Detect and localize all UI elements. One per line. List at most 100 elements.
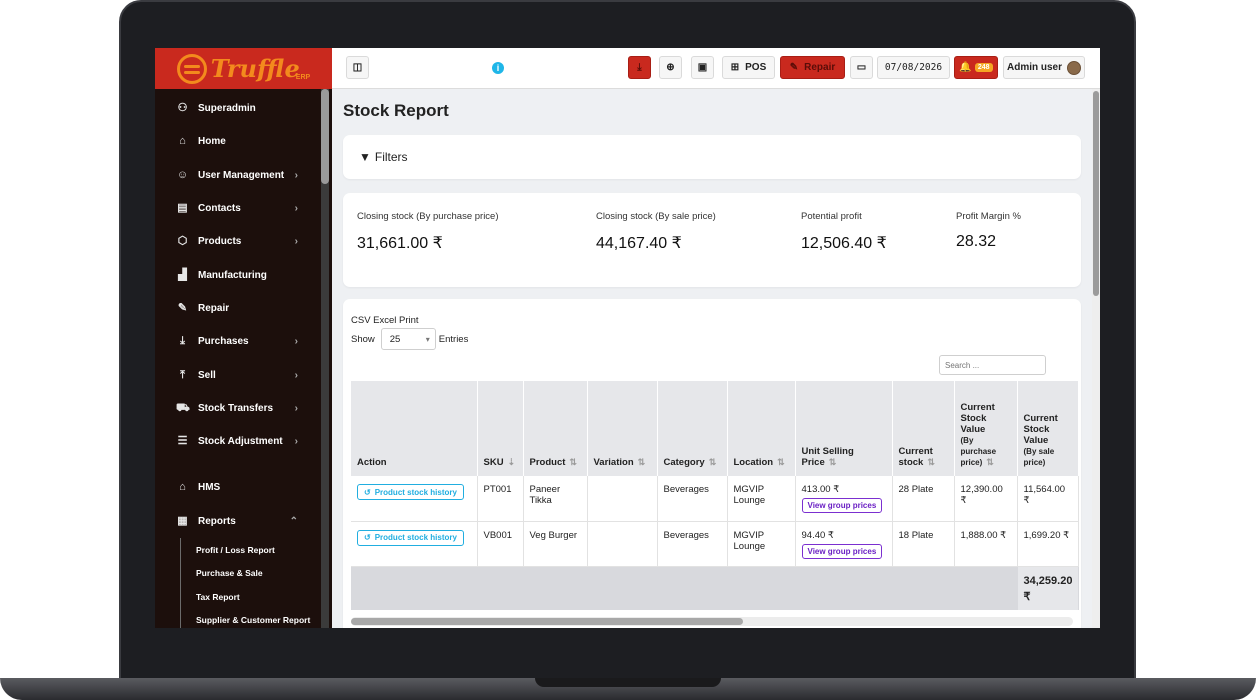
stock-cell: 18 Plate [892, 521, 955, 567]
sort-icon: ⇅ [569, 457, 577, 467]
stat-label: Closing stock (By purchase price) [357, 211, 499, 222]
stock-table: Action SKU ⇣ Product ⇅ Variation ⇅ Category… [351, 381, 1080, 610]
sidebar-item-label: Repair [198, 302, 230, 314]
database-icon: ☰ [177, 435, 188, 448]
stat-label: Closing stock (By sale price) [596, 211, 716, 222]
export-buttons[interactable]: CSV Excel Print [351, 315, 419, 326]
grid-icon: ⊞ [730, 62, 740, 73]
variation-cell [587, 476, 658, 522]
sidebar-item-contacts[interactable]: ▤ Contacts › [155, 192, 320, 225]
column-header-location[interactable]: Location ⇅ [727, 381, 796, 476]
pos-label: POS [745, 62, 767, 73]
column-header-value-sale[interactable]: Current Stock Value (By sale price) [1017, 381, 1080, 476]
users-icon: ☺ [176, 168, 189, 181]
product-stock-history-button[interactable]: ↺ Product stock history [357, 484, 464, 500]
download-button[interactable]: ⤓ [628, 56, 651, 79]
column-header-product[interactable]: Product ⇅ [523, 381, 588, 476]
column-header-category[interactable]: Category ⇅ [657, 381, 728, 476]
chevron-right-icon: › [294, 169, 298, 181]
filter-icon: ▼ [359, 150, 371, 164]
plus-circle-icon: ⊕ [666, 62, 675, 73]
bell-icon: 🔔 [959, 62, 972, 73]
user-menu-button[interactable]: Admin user [1003, 56, 1085, 79]
download-icon: ⤓ [180, 335, 185, 348]
entries-label: Entries [438, 333, 469, 345]
sidebar-item-sell[interactable]: ⤒ Sell › [155, 358, 320, 391]
sidebar-toggle-button[interactable]: ◫ [346, 56, 369, 79]
sort-icon: ⇅ [927, 457, 935, 467]
sort-icon: ⇅ [708, 457, 717, 467]
app-screen: Truffle ERP ⚇ Superadmin ⌂ Home ☺ User Mana… [155, 48, 1100, 628]
submenu-item-supplier-customer[interactable]: Supplier & Customer Report [196, 608, 320, 628]
product-stock-history-button[interactable]: ↺ Product stock history [357, 529, 464, 546]
sidebar-item-hms[interactable]: ⌂ HMS [155, 471, 320, 504]
sidebar-item-label: Manufacturing [198, 269, 267, 281]
location-cell: MGVIP Lounge [727, 521, 796, 567]
stat-value: 44,167.40 ₹ [596, 235, 682, 252]
info-icon[interactable]: i [492, 62, 504, 74]
sidebar-item-user-management[interactable]: ☺ User Management › [155, 159, 320, 192]
column-header-current-stock[interactable]: Current stock ⇅ [892, 381, 955, 476]
add-button[interactable]: ⊕ [659, 56, 682, 79]
report-icon: ▦ [177, 514, 188, 527]
product-cell: Veg Burger [523, 521, 588, 567]
sort-desc-icon: ⇣ [507, 457, 516, 467]
value-purchase-cell: 12,390.00 ₹ [954, 476, 1018, 522]
sidebar-item-repair[interactable]: ✎ Repair [155, 292, 320, 325]
product-cell: Paneer Tikka [523, 476, 588, 522]
stat-closing-sale: Closing stock (By sale price) 44,167.40 … [596, 211, 716, 253]
submenu-item-tax-report[interactable]: Tax Report [196, 585, 320, 609]
stats-panel: Closing stock (By purchase price) 31,661… [343, 193, 1081, 287]
column-header-action[interactable]: Action [351, 381, 478, 476]
chevron-right-icon: › [294, 402, 298, 414]
cash-button[interactable]: ▭ [850, 56, 873, 79]
sidebar-item-reports[interactable]: ▦ Reports ⌃ [155, 505, 320, 538]
table-horizontal-scrollbar[interactable] [351, 617, 1073, 626]
sidebar-scrollbar[interactable] [321, 89, 329, 628]
chevron-up-icon: ⌃ [289, 515, 298, 527]
sidebar-item-label: Purchases [198, 336, 249, 348]
filters-panel[interactable]: ▼ Filters [343, 135, 1081, 179]
stat-label: Potential profit [801, 211, 862, 222]
pos-button[interactable]: ⊞ POS [722, 56, 775, 79]
brand-logo[interactable]: Truffle ERP [155, 48, 332, 89]
main-scrollbar[interactable] [1092, 89, 1100, 628]
sidebar: Truffle ERP ⚇ Superadmin ⌂ Home ☺ User Mana… [155, 48, 332, 628]
sort-icon: ⇅ [828, 457, 837, 467]
search-input[interactable] [939, 355, 1046, 375]
notifications-button[interactable]: 🔔 248 [954, 56, 998, 79]
filters-label: Filters [374, 150, 408, 164]
main-scroll-thumb[interactable] [1093, 91, 1099, 296]
submenu-item-purchase-sale[interactable]: Purchase & Sale [196, 561, 320, 585]
table-scroll-thumb[interactable] [351, 618, 743, 625]
repair-label: Repair [804, 62, 836, 73]
footer-spacer [351, 566, 1018, 610]
repair-button[interactable]: ✎ Repair [780, 56, 845, 79]
column-header-value-purchase[interactable]: Current Stock Value (By purchase price) ⇅ [954, 381, 1018, 476]
sidebar-item-stock-adjustment[interactable]: ☰ Stock Adjustment › [155, 425, 320, 458]
view-group-prices-button[interactable]: View group prices [801, 498, 883, 513]
stat-label: Profit Margin % [956, 211, 1021, 222]
sidebar-item-home[interactable]: ⌂ Home [155, 125, 320, 158]
stock-cell: 28 Plate [892, 476, 955, 522]
sidebar-scroll-thumb[interactable] [321, 89, 329, 184]
sidebar-item-purchases[interactable]: ⤓ Purchases › [155, 325, 320, 358]
chevron-right-icon: › [294, 436, 298, 448]
notification-count-badge: 248 [974, 63, 993, 72]
hotel-icon: ⌂ [179, 481, 186, 494]
location-cell: MGVIP Lounge [727, 476, 796, 522]
view-group-prices-button[interactable]: View group prices [801, 543, 883, 559]
sidebar-item-stock-transfers[interactable]: ⛟ Stock Transfers › [155, 392, 320, 425]
calculator-button[interactable]: ▣ [691, 56, 714, 79]
column-header-sku[interactable]: SKU ⇣ [477, 381, 524, 476]
sidebar-item-superadmin[interactable]: ⚇ Superadmin [155, 92, 320, 125]
sidebar-item-manufacturing[interactable]: ▟ Manufacturing [155, 258, 320, 291]
sku-cell: VB001 [477, 521, 524, 567]
column-header-unit-price[interactable]: Unit Selling Price ⇅ [795, 381, 893, 476]
sidebar-item-products[interactable]: ⬡ Products › [155, 225, 320, 258]
column-header-variation[interactable]: Variation ⇅ [587, 381, 658, 476]
entries-select[interactable]: 25 [380, 328, 436, 350]
money-icon: ▭ [856, 62, 867, 73]
submenu-item-profit-loss[interactable]: Profit / Loss Report [196, 538, 320, 562]
sort-icon: ⇅ [637, 457, 646, 467]
